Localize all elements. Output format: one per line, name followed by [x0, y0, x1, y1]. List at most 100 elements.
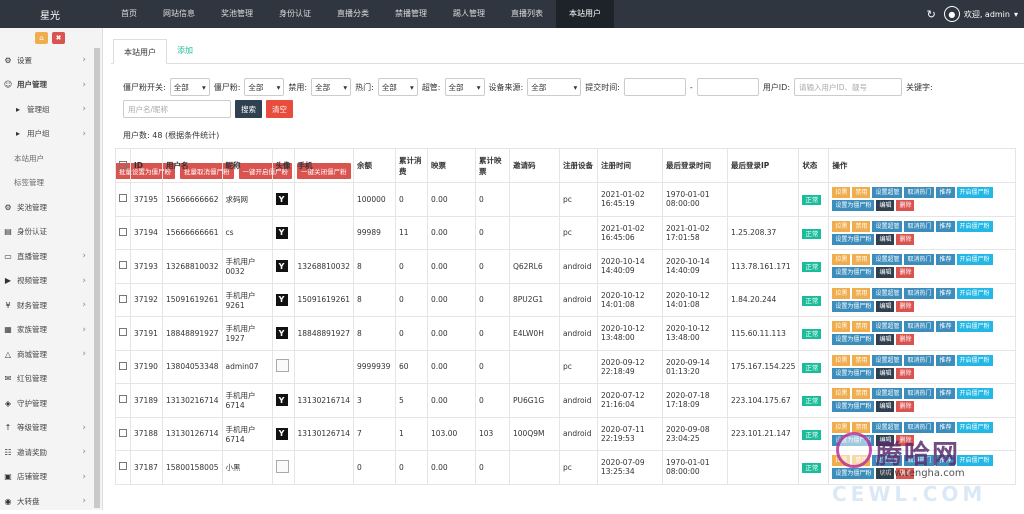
action-button[interactable]: 禁用	[852, 254, 871, 266]
action-button[interactable]: 拉黑	[832, 220, 851, 232]
action-button[interactable]: 删除	[896, 233, 915, 245]
action-button[interactable]: 取消热门	[904, 287, 935, 299]
action-button[interactable]: 禁用	[852, 455, 871, 467]
sidebar-item[interactable]: ⚙ 设置 ›	[0, 48, 102, 73]
sidebar-item[interactable]: ▣ 店铺管理 ›	[0, 465, 102, 490]
sidebar-item[interactable]: △ 商城管理 ›	[0, 342, 102, 367]
clear-button[interactable]: 清空	[266, 100, 293, 118]
select-all-checkbox[interactable]	[119, 160, 127, 169]
action-button[interactable]: 取消热门	[904, 187, 935, 199]
action-button[interactable]: 删除	[896, 300, 915, 312]
action-button[interactable]: 编辑	[876, 468, 895, 480]
action-button[interactable]: 推荐	[936, 455, 955, 467]
row-checkbox[interactable]	[119, 428, 127, 437]
sidebar-item[interactable]: ▭ 直播管理 ›	[0, 244, 102, 269]
nav-item-0[interactable]: 首页	[108, 0, 150, 28]
row-checkbox[interactable]	[119, 395, 127, 404]
date-end-input[interactable]	[696, 78, 759, 96]
action-button[interactable]: 禁用	[852, 220, 871, 232]
row-checkbox[interactable]	[119, 294, 127, 303]
action-button[interactable]: 设置为僵尸粉	[832, 200, 875, 212]
row-checkbox[interactable]	[119, 328, 127, 337]
action-button[interactable]: 编辑	[876, 367, 895, 379]
row-checkbox[interactable]	[119, 462, 127, 471]
action-button[interactable]: 开启僵尸粉	[956, 421, 993, 433]
nav-item-8[interactable]: 本站用户	[556, 0, 614, 28]
action-button[interactable]: 设置为僵尸粉	[832, 233, 875, 245]
action-button[interactable]: 删除	[896, 367, 915, 379]
row-checkbox[interactable]	[119, 261, 127, 270]
action-button[interactable]: 拉黑	[832, 321, 851, 333]
tab-add[interactable]: 添加	[167, 38, 203, 63]
sidebar-item[interactable]: 标签管理	[0, 171, 102, 196]
action-button[interactable]: 设置为僵尸粉	[832, 468, 875, 480]
sidebar-scrollbar[interactable]	[94, 48, 100, 508]
refresh-icon[interactable]: ↻	[927, 8, 936, 21]
sidebar-item[interactable]: ↑ 等级管理 ›	[0, 416, 102, 441]
action-button[interactable]: 删除	[896, 401, 915, 413]
nav-item-6[interactable]: 踢人管理	[440, 0, 498, 28]
action-button[interactable]: 设置超管	[872, 287, 903, 299]
keyword-input[interactable]: 用户名/昵称	[123, 100, 231, 118]
sidebar-item[interactable]: ☺ 用户管理 ›	[0, 73, 102, 98]
action-button[interactable]: 设置为僵尸粉	[832, 300, 875, 312]
action-button[interactable]: 开启僵尸粉	[956, 287, 993, 299]
action-button[interactable]: 推荐	[936, 354, 955, 366]
action-button[interactable]: 取消热门	[904, 388, 935, 400]
action-button[interactable]: 设置为僵尸粉	[832, 434, 875, 446]
action-button[interactable]: 推荐	[936, 254, 955, 266]
row-checkbox[interactable]	[119, 361, 127, 370]
action-button[interactable]: 取消热门	[904, 220, 935, 232]
uid-input[interactable]: 请输入用户ID、靓号	[794, 78, 903, 96]
action-button[interactable]: 设置超管	[872, 220, 903, 232]
zombie-select[interactable]: 全部 ▾	[244, 78, 285, 96]
super-select[interactable]: 全部 ▾	[444, 78, 485, 96]
action-button[interactable]: 删除	[896, 468, 915, 480]
action-button[interactable]: 取消热门	[904, 254, 935, 266]
ban-select[interactable]: 全部 ▾	[311, 78, 352, 96]
search-button[interactable]: 搜索	[235, 100, 262, 118]
action-button[interactable]: 开启僵尸粉	[956, 388, 993, 400]
action-button[interactable]: 禁用	[852, 321, 871, 333]
sidebar-item[interactable]: ▸ 管理组 ›	[0, 97, 102, 122]
action-button[interactable]: 编辑	[876, 233, 895, 245]
action-button[interactable]: 删除	[896, 267, 915, 279]
action-button[interactable]: 设置超管	[872, 388, 903, 400]
action-button[interactable]: 开启僵尸粉	[956, 354, 993, 366]
trash-icon[interactable]: ✖	[52, 32, 65, 44]
action-button[interactable]: 设置为僵尸粉	[832, 334, 875, 346]
nav-item-2[interactable]: 奖池管理	[208, 0, 266, 28]
zombie-switch-select[interactable]: 全部 ▾	[169, 78, 210, 96]
action-button[interactable]: 取消热门	[904, 354, 935, 366]
action-button[interactable]: 开启僵尸粉	[956, 187, 993, 199]
action-button[interactable]: 拉黑	[832, 455, 851, 467]
action-button[interactable]: 删除	[896, 334, 915, 346]
action-button[interactable]: 编辑	[876, 300, 895, 312]
action-button[interactable]: 编辑	[876, 434, 895, 446]
sidebar-item[interactable]: ▤ 身份认证	[0, 220, 102, 245]
action-button[interactable]: 推荐	[936, 388, 955, 400]
action-button[interactable]: 禁用	[852, 187, 871, 199]
action-button[interactable]: 设置为僵尸粉	[832, 401, 875, 413]
action-button[interactable]: 设置超管	[872, 187, 903, 199]
action-button[interactable]: 推荐	[936, 321, 955, 333]
action-button[interactable]: 拉黑	[832, 187, 851, 199]
action-button[interactable]: 禁用	[852, 388, 871, 400]
action-button[interactable]: 推荐	[936, 187, 955, 199]
row-checkbox[interactable]	[119, 227, 127, 236]
action-button[interactable]: 拉黑	[832, 254, 851, 266]
action-button[interactable]: 推荐	[936, 287, 955, 299]
action-button[interactable]: 编辑	[876, 334, 895, 346]
nav-item-3[interactable]: 身份认证	[266, 0, 324, 28]
action-button[interactable]: 设置为僵尸粉	[832, 267, 875, 279]
action-button[interactable]: 删除	[896, 200, 915, 212]
nav-item-7[interactable]: 直播列表	[498, 0, 556, 28]
nav-item-5[interactable]: 禁播管理	[382, 0, 440, 28]
tab-users[interactable]: 本站用户	[113, 39, 167, 64]
action-button[interactable]: 拉黑	[832, 421, 851, 433]
action-button[interactable]: 设置超管	[872, 254, 903, 266]
action-button[interactable]: 设置超管	[872, 421, 903, 433]
sidebar-item[interactable]: ✉ 红包管理	[0, 367, 102, 392]
source-select[interactable]: 全部 ▾	[527, 78, 582, 96]
action-button[interactable]: 取消热门	[904, 421, 935, 433]
